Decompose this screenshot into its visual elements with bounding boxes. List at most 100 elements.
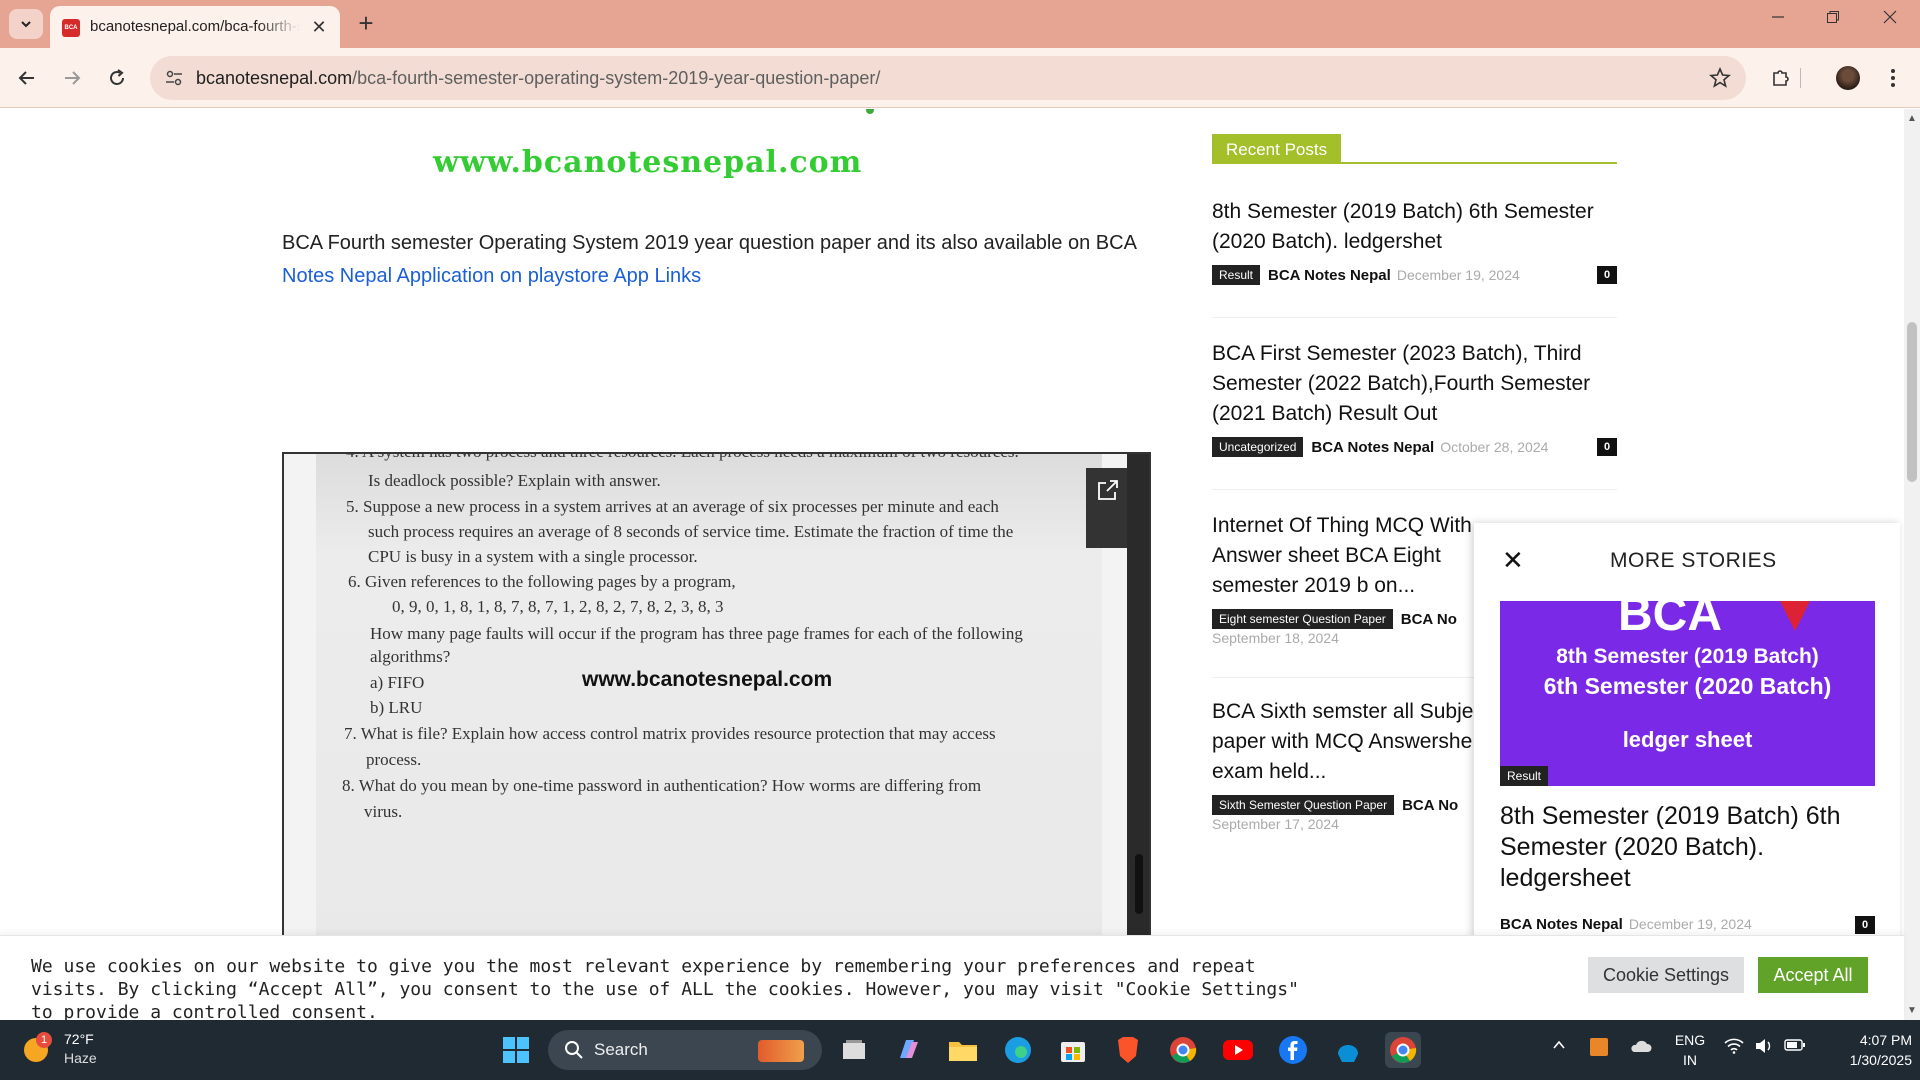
show-hidden-icons[interactable] — [1552, 1038, 1566, 1055]
blue-app-icon — [1338, 1045, 1358, 1062]
close-icon[interactable]: ✕ — [1502, 545, 1524, 576]
divider — [1212, 489, 1617, 490]
battery-icon[interactable] — [1784, 1038, 1806, 1055]
app-button[interactable] — [1330, 1032, 1366, 1068]
recent-post[interactable]: 8th Semester (2019 Batch) 6th Semester (… — [1212, 197, 1617, 287]
page-scrollbar[interactable]: ▲ ▼ — [1904, 109, 1920, 1020]
question-line: algorithms? — [370, 647, 451, 666]
search-label: Search — [594, 1040, 648, 1059]
question-paper-embed[interactable]: 4. A system has two process and three re… — [282, 452, 1151, 952]
recent-posts-heading: Recent Posts — [1212, 134, 1617, 164]
copilot-button[interactable] — [890, 1032, 926, 1068]
chevron-down-icon — [21, 21, 31, 28]
volume-icon[interactable] — [1754, 1038, 1774, 1057]
post-title[interactable]: Internet Of Thing MCQ With Answer sheet … — [1212, 511, 1477, 601]
scroll-down-icon[interactable]: ▼ — [1907, 1005, 1917, 1016]
clock-time: 4:07 PM — [1859, 1032, 1912, 1048]
accept-all-button[interactable]: Accept All — [1758, 957, 1868, 993]
language-indicator[interactable]: ENG IN — [1670, 1030, 1710, 1070]
post-title[interactable]: 8th Semester (2019 Batch) 6th Semester (… — [1212, 197, 1617, 257]
comment-count[interactable]: 0 — [1855, 916, 1875, 934]
post-author[interactable]: BCA No — [1401, 611, 1457, 628]
address-bar[interactable]: bcanotesnepal.com/bca-fourth-semester-op… — [150, 56, 1746, 100]
forward-button[interactable] — [57, 63, 87, 93]
question-line: Is deadlock possible? Explain with answe… — [368, 471, 661, 490]
category-badge[interactable]: Result — [1500, 766, 1549, 786]
tab-search-button[interactable] — [9, 9, 43, 39]
comment-count[interactable]: 0 — [1597, 438, 1617, 456]
embed-scroll-thumb[interactable] — [1135, 854, 1143, 914]
wifi-icon[interactable] — [1724, 1038, 1744, 1057]
start-button[interactable] — [498, 1032, 534, 1068]
store-button[interactable] — [1055, 1032, 1091, 1068]
tray-app-icon[interactable] — [1590, 1038, 1608, 1056]
post-date: December 19, 2024 — [1628, 916, 1752, 933]
browser-menu-button[interactable] — [1877, 62, 1909, 94]
recent-post[interactable]: BCA First Semester (2023 Batch), Third S… — [1212, 339, 1617, 459]
search-icon — [565, 1041, 583, 1059]
post-author[interactable]: BCA No — [1402, 797, 1458, 814]
thumbnail-brand: BCA — [1618, 601, 1722, 641]
story-thumbnail[interactable]: BCA 8th Semester (2019 Batch) 6th Semest… — [1500, 601, 1875, 786]
extensions-button[interactable] — [1765, 62, 1797, 94]
browser-tab-bar: BCA bcanotesnepal.com/bca-fourth-semeste… — [0, 0, 1920, 48]
reload-button[interactable] — [102, 63, 132, 93]
question-line: b) LRU — [370, 698, 423, 717]
browser-toolbar: bcanotesnepal.com/bca-fourth-semester-op… — [0, 48, 1920, 108]
scroll-up-icon[interactable]: ▲ — [1907, 113, 1917, 124]
post-date: September 18, 2024 — [1212, 630, 1339, 647]
restore-icon — [1827, 11, 1839, 23]
new-tab-button[interactable]: + — [352, 10, 380, 38]
more-vertical-icon — [1891, 69, 1895, 87]
minimize-button[interactable] — [1758, 10, 1798, 38]
post-author[interactable]: BCA Notes Nepal — [1311, 439, 1434, 456]
bookmark-star-icon[interactable] — [1708, 66, 1732, 90]
cookie-settings-button[interactable]: Cookie Settings — [1588, 957, 1744, 993]
post-title[interactable]: BCA First Semester (2023 Batch), Third S… — [1212, 339, 1617, 429]
system-clock[interactable]: 4:07 PM 1/30/2025 — [1822, 1030, 1912, 1070]
weather-widget[interactable]: 1 72°F Haze — [20, 1028, 140, 1072]
edge-button[interactable] — [1000, 1032, 1036, 1068]
task-view-button[interactable] — [836, 1032, 872, 1068]
question-line: 5. Suppose a new process in a system arr… — [346, 497, 999, 516]
post-author[interactable]: BCA Notes Nepal — [1268, 267, 1391, 284]
chrome-active-button[interactable] — [1385, 1032, 1421, 1068]
avatar — [1836, 66, 1860, 90]
post-author[interactable]: BCA Notes Nepal — [1500, 916, 1623, 933]
close-tab-icon[interactable]: ✕ — [308, 16, 330, 38]
profile-button[interactable] — [1832, 62, 1864, 94]
story-title[interactable]: 8th Semester (2019 Batch) 6th Semester (… — [1500, 801, 1875, 894]
post-title[interactable]: BCA Sixth semster all Subje paper with M… — [1212, 697, 1477, 787]
category-badge[interactable]: Uncategorized — [1212, 437, 1304, 457]
onedrive-icon[interactable] — [1630, 1038, 1652, 1057]
category-badge[interactable]: Result — [1212, 265, 1261, 285]
active-tab[interactable]: BCA bcanotesnepal.com/bca-fourth-semeste… — [50, 6, 340, 48]
close-icon — [1883, 10, 1897, 24]
restore-button[interactable] — [1813, 10, 1853, 38]
puzzle-icon — [1773, 70, 1789, 86]
comment-count[interactable]: 0 — [1597, 266, 1617, 284]
question-line: 8. What do you mean by one-time password… — [342, 776, 982, 795]
chrome-button[interactable] — [1165, 1032, 1201, 1068]
brave-button[interactable] — [1110, 1032, 1146, 1068]
taskbar-search[interactable]: Search — [548, 1030, 822, 1070]
playstore-link[interactable]: Notes Nepal Application on playstore App… — [282, 265, 701, 287]
weather-alert-badge: 1 — [36, 1032, 52, 1048]
open-external-button[interactable] — [1086, 468, 1130, 548]
question-line: 4. A system has two process and three re… — [346, 454, 1019, 462]
recent-post[interactable]: BCA Sixth semster all Subje paper with M… — [1212, 697, 1477, 832]
facebook-button[interactable] — [1275, 1032, 1311, 1068]
file-explorer-button[interactable] — [945, 1032, 981, 1068]
category-badge[interactable]: Sixth Semester Question Paper — [1212, 795, 1395, 815]
back-button[interactable] — [12, 63, 42, 93]
close-window-button[interactable] — [1870, 10, 1910, 38]
embed-scroll-track[interactable] — [1127, 454, 1149, 952]
more-stories-title: MORE STORIES — [1610, 549, 1777, 572]
facebook-icon — [1279, 1036, 1307, 1064]
recent-post[interactable]: Internet Of Thing MCQ With Answer sheet … — [1212, 511, 1477, 646]
category-badge[interactable]: Eight semester Question Paper — [1212, 609, 1393, 629]
youtube-button[interactable] — [1220, 1032, 1256, 1068]
scroll-thumb[interactable] — [1907, 322, 1917, 482]
url-text[interactable]: bcanotesnepal.com/bca-fourth-semester-op… — [196, 68, 880, 89]
site-settings-icon[interactable] — [164, 68, 184, 88]
